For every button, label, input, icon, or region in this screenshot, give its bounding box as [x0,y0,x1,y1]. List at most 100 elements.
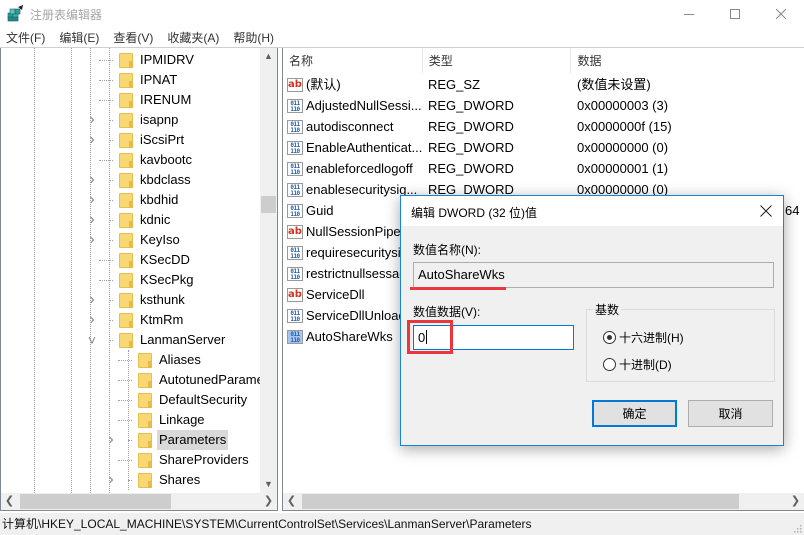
tree-item[interactable]: › kdnic [89,210,172,230]
scroll-left-arrow-icon[interactable]: ❮ [1,493,18,510]
list-row[interactable]: 011 110 EnableAuthenticat... REG_DWORD 0x000… [283,137,804,158]
tree-item[interactable]: › iScsiPrt [89,130,186,150]
folder-icon [138,372,152,388]
folder-icon [138,352,152,368]
menu-file[interactable]: 文件(F) [0,28,52,48]
list-row[interactable]: ab (默认) REG_SZ (数值未设置) [283,74,804,95]
tree-connector [109,220,113,221]
minimize-button[interactable] [666,0,712,27]
tree-item[interactable]: › KtmRm [89,310,185,330]
chevron-right-icon[interactable]: › [106,470,116,490]
binary-value-icon: 011 110 [287,98,303,113]
dialog-close-button[interactable] [749,196,783,226]
tree-item[interactable]: ShareProviders [118,450,251,470]
radio-hexadecimal-label: 十六进制(H) [619,331,684,345]
tree-item[interactable]: › kbdhid [89,190,180,210]
column-header-name[interactable]: 名称 [283,48,423,73]
chevron-right-icon[interactable]: › [87,190,97,210]
folder-icon [119,152,133,168]
scroll-down-arrow-icon[interactable]: ▼ [260,476,277,493]
menu-edit[interactable]: 编辑(E) [52,28,106,48]
tree-item[interactable]: DefaultSecurity [118,390,249,410]
tree-item-label: isapnp [140,112,179,127]
cancel-button[interactable]: 取消 [688,400,773,427]
tree-item[interactable]: AutotunedParameters [118,370,277,390]
value-name: (默认) [306,77,341,92]
tree-item[interactable]: KSecDD [99,250,192,270]
list-horizontal-scroll-thumb[interactable] [302,494,739,509]
radio-unchecked-icon [603,358,616,371]
binary-value-icon: 011 110 [287,182,303,197]
value-name: Guid [306,203,334,218]
tree-connector [109,300,113,301]
chevron-right-icon[interactable]: › [87,210,97,230]
tree-item[interactable]: › isapnp [89,110,180,130]
value-name-field[interactable]: AutoShareWks [413,262,774,288]
tree-item[interactable]: › Parameters [108,430,229,450]
tree-item[interactable]: ˅ LanmanServer [88,330,227,350]
tree-horizontal-scrollbar[interactable]: ❮ ❯ [1,493,277,510]
tree-connector [128,480,132,481]
chevron-down-icon[interactable]: ˅ [87,330,97,350]
key-tree[interactable]: IPMIDRV IPNAT IRENUM › isapnp › iScsiPrt kavboo… [0,48,278,511]
scroll-right-arrow-icon[interactable]: ❯ [787,493,804,510]
tree-item[interactable]: kavbootc [99,150,194,170]
list-row[interactable]: 011 110 AdjustedNullSessi... REG_DWORD 0x000… [283,95,804,116]
value-type-cell: REG_SZ [428,77,481,92]
tree-connector [99,80,113,81]
tree-item[interactable]: IPNAT [99,70,179,90]
chevron-right-icon[interactable]: › [106,430,116,450]
radix-label: 基数 [593,301,622,318]
tree-connector [99,280,113,281]
value-name: restrictnullsessac [306,266,406,281]
radio-hexadecimal[interactable]: 十六进制(H) [603,329,684,346]
scroll-up-arrow-icon[interactable]: ▲ [260,48,277,65]
tree-item-label: iScsiPrt [140,132,185,147]
chevron-right-icon[interactable]: › [87,170,97,190]
value-data-cell: (数值未设置) [577,77,651,92]
maximize-button[interactable] [712,0,758,27]
folder-icon [119,72,133,88]
tree-vertical-scrollbar[interactable]: ▲ ▼ [260,48,277,493]
tree-connector [109,340,113,341]
resize-grip-icon[interactable] [792,523,802,533]
tree-item[interactable]: › Shares [108,470,202,490]
ok-button[interactable]: 确定 [592,400,677,427]
menu-view[interactable]: 查看(V) [106,28,160,48]
status-bar: 计算机\HKEY_LOCAL_MACHINE\SYSTEM\CurrentCon… [0,513,804,535]
column-header-type[interactable]: 类型 [423,48,572,73]
tree-item[interactable]: › KeyIso [89,230,182,250]
chevron-right-icon[interactable]: › [87,290,97,310]
chevron-right-icon[interactable]: › [87,130,97,150]
tree-item[interactable]: Aliases [118,350,203,370]
tree-item[interactable]: KSecPkg [99,270,195,290]
chevron-right-icon[interactable]: › [87,110,97,130]
value-name-label: 数值名称(N): [413,243,481,257]
radio-decimal[interactable]: 十进制(D) [603,356,672,373]
tree-item[interactable]: IPMIDRV [99,50,196,70]
string-value-icon: ab [287,224,303,239]
column-header-data[interactable]: 数据 [571,48,804,73]
tree-horizontal-scroll-thumb[interactable] [20,494,171,509]
list-row[interactable]: 011 110 enableforcedlogoff REG_DWORD 0x00000… [283,158,804,179]
tree-item[interactable]: IRENUM [99,90,193,110]
menu-favorites[interactable]: 收藏夹(A) [160,28,226,48]
scroll-left-arrow-icon[interactable]: ❮ [283,493,300,510]
list-horizontal-scrollbar[interactable]: ❮ ❯ [283,493,804,510]
scroll-right-arrow-icon[interactable]: ❯ [260,493,277,510]
tree-connector [118,380,132,381]
close-button[interactable] [758,0,804,27]
tree-vertical-scroll-thumb[interactable] [261,196,276,213]
tree-connector [109,120,113,121]
chevron-right-icon[interactable]: › [87,310,97,330]
value-type-cell: REG_DWORD [428,98,514,113]
value-name-cell: ab (默认) [287,74,425,95]
dialog-title-bar: 编辑 DWORD (32 位)值 [401,196,783,226]
tree-item-label: Shares [159,472,201,487]
tree-item[interactable]: › kbdclass [89,170,193,190]
chevron-right-icon[interactable]: › [87,230,97,250]
tree-item[interactable]: Linkage [118,410,207,430]
list-row[interactable]: 011 110 autodisconnect REG_DWORD 0x0000000f … [283,116,804,137]
tree-item[interactable]: › ksthunk [89,290,187,310]
menu-help[interactable]: 帮助(H) [226,28,281,48]
